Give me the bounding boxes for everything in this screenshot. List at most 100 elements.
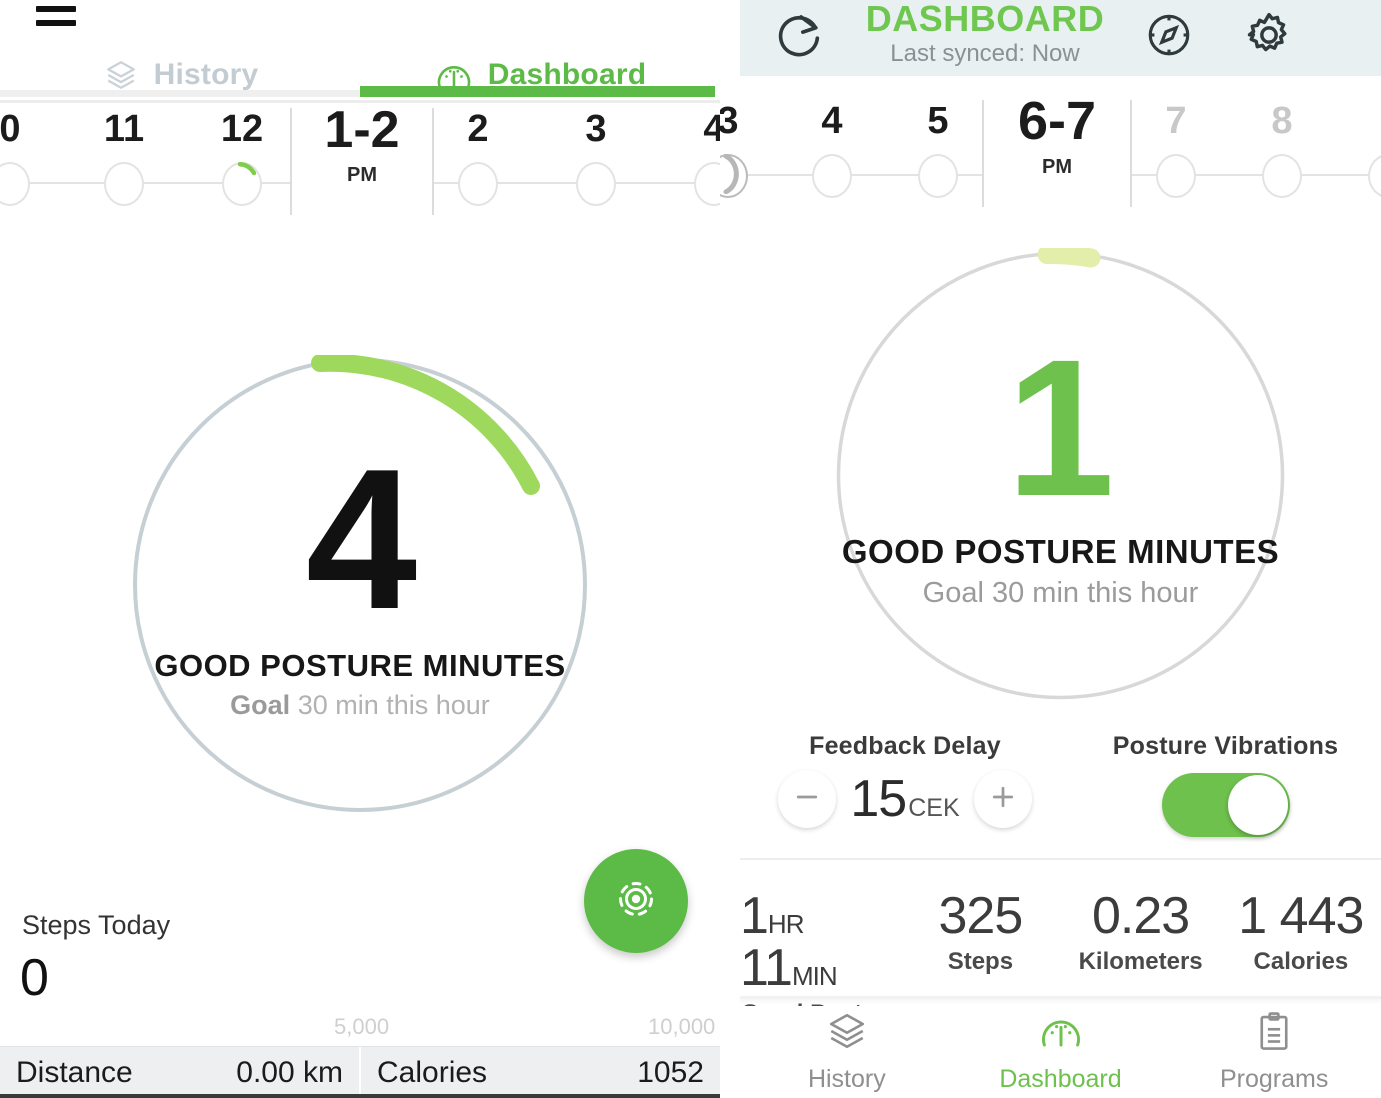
hour-label: 12 [220, 108, 264, 150]
plus-icon [988, 782, 1018, 817]
hour-progress-arc [237, 161, 256, 175]
hour-dot [720, 153, 748, 198]
right-hour-timeline[interactable]: 3 4 5 6-7 PM 7 [720, 92, 1381, 212]
stat-steps[interactable]: 325 Steps [900, 890, 1060, 990]
posture-vibrations-toggle[interactable] [1161, 773, 1290, 837]
settings-controls-row: Feedback Delay 15CEK Posture Vibrations [740, 732, 1381, 854]
hour-dot [918, 154, 958, 198]
goal-prefix: Goal [230, 689, 291, 720]
hour-label: 0 [0, 108, 21, 150]
posture-minutes-title: GOOD POSTURE MINUTES [841, 532, 1280, 570]
distance-value: 0.00 km [236, 1056, 343, 1089]
header-title-block: DASHBOARD Last synced: Now [840, 0, 1130, 68]
feedback-delay-stepper: 15CEK [778, 769, 1032, 829]
posture-progress-ring-right: 1 GOOD POSTURE MINUTES Goal 30 min this … [833, 244, 1288, 703]
decrease-delay-button[interactable] [778, 770, 837, 828]
feedback-delay-value: 15 [850, 770, 907, 828]
posture-minutes-value: 4 [305, 427, 417, 651]
hour-slot[interactable]: 3 [564, 100, 628, 215]
hamburger-bar [36, 20, 76, 26]
feedback-delay-unit: CEK [908, 794, 960, 822]
hour-slot[interactable]: 4 [682, 100, 720, 215]
layers-icon [102, 58, 140, 92]
hour-label: 11 [103, 108, 145, 150]
hour-slot[interactable]: 3 [720, 92, 760, 207]
gauge-icon [1038, 1010, 1084, 1057]
good-posture-value: 1HR 11MIN [740, 890, 900, 994]
calories-value: 1052 [637, 1056, 704, 1089]
summary-calories[interactable]: Calories 1052 [359, 1047, 720, 1098]
hours-value: 1 [740, 887, 769, 945]
hamburger-menu-icon[interactable] [36, 0, 76, 26]
last-synced-status: Last synced: Now [890, 39, 1080, 67]
hour-slot[interactable]: 4 [800, 92, 864, 207]
steps-label: Steps [947, 948, 1014, 975]
layers-icon [824, 1010, 870, 1057]
hour-label: 5 [927, 100, 949, 142]
stat-good-posture[interactable]: 1HR 11MIN Good Posture [740, 890, 900, 1027]
nav-item-history[interactable]: History [740, 1010, 954, 1094]
hour-slot[interactable]: 0 [0, 100, 42, 215]
distance-label: Distance [16, 1056, 133, 1089]
hour-label: 7 [1165, 100, 1187, 142]
calories-value: 1 443 [1238, 887, 1364, 945]
feedback-delay-control: Feedback Delay 15CEK [740, 732, 1070, 854]
daily-stats-row: 1HR 11MIN Good Posture 325 Steps 0.23 Ki… [740, 890, 1381, 1027]
hour-progress-arc [723, 153, 739, 194]
nav-item-dashboard[interactable]: Dashboard [954, 1010, 1168, 1094]
hour-slot-current[interactable]: 6-7 PM [984, 92, 1130, 207]
hour-slot[interactable]: 8 [1250, 92, 1314, 207]
refresh-button[interactable] [770, 8, 830, 68]
feedback-delay-value-wrap: 15CEK [850, 769, 959, 829]
calibrate-button[interactable] [584, 849, 688, 953]
minutes-unit: MIN [791, 961, 838, 991]
timeline-divider [432, 108, 434, 215]
current-hour-meridiem: PM [1042, 156, 1072, 178]
hour-slot[interactable]: 2 [446, 100, 510, 215]
kilometers-value: 0.23 [1092, 887, 1190, 945]
nav-dashboard-label: Dashboard [999, 1065, 1122, 1093]
hour-dot [576, 162, 616, 206]
steps-value: 325 [938, 887, 1023, 945]
bottom-navigation: History Dashboard Programs [740, 1006, 1381, 1098]
steps-today-value: 0 [20, 949, 49, 1007]
increase-delay-button[interactable] [973, 770, 1032, 828]
app-root: History Dashboard 0 11 12 1-2 PM 2 3 4 G… [0, 0, 1381, 1098]
ring-center-content: 4 GOOD POSTURE MINUTES Goal 30 min this … [130, 355, 590, 815]
posture-vibrations-control: Posture Vibrations [1070, 732, 1381, 854]
hour-slot[interactable]: 11 [92, 100, 156, 215]
left-hour-timeline[interactable]: 0 11 12 1-2 PM 2 3 [0, 100, 720, 215]
hour-dot [1368, 154, 1381, 198]
hour-dot [694, 162, 720, 206]
tab-active-indicator [360, 86, 715, 97]
posture-vibrations-label: Posture Vibrations [1112, 732, 1339, 760]
posture-goal-text: Goal 30 min this hour [922, 576, 1199, 609]
stat-kilometers[interactable]: 0.23 Kilometers [1061, 890, 1221, 990]
page-title: DASHBOARD [865, 0, 1105, 39]
right-app-header: DASHBOARD Last synced: Now [740, 0, 1381, 76]
nav-item-programs[interactable]: Programs [1167, 1010, 1381, 1094]
feedback-delay-label: Feedback Delay [809, 732, 1001, 760]
kilometers-label: Kilometers [1078, 948, 1203, 975]
left-screen: History Dashboard 0 11 12 1-2 PM 2 3 4 G… [0, 0, 720, 1098]
stat-calories[interactable]: 1 443 Calories [1221, 890, 1381, 990]
compass-button[interactable] [1140, 8, 1198, 66]
summary-distance[interactable]: Distance 0.00 km [0, 1047, 359, 1098]
hour-slot[interactable] [1356, 92, 1381, 207]
hour-slot[interactable]: 12 [210, 100, 274, 215]
minutes-value: 11 [740, 939, 793, 997]
ring-center-content: 1 GOOD POSTURE MINUTES Goal 30 min this … [833, 248, 1288, 703]
calories-label: Calories [377, 1056, 488, 1089]
hour-slot-current[interactable]: 1-2 PM [292, 100, 432, 215]
hour-slot[interactable]: 5 [906, 92, 970, 207]
hour-dot [1262, 154, 1302, 198]
hour-label: 2 [467, 108, 489, 150]
compass-icon [1144, 10, 1194, 65]
hour-dot [458, 162, 498, 206]
settings-button[interactable] [1240, 8, 1298, 66]
hour-slot[interactable]: 7 [1144, 92, 1208, 207]
current-hour-meridiem: PM [347, 164, 377, 186]
posture-progress-ring-left: 4 GOOD POSTURE MINUTES Goal 30 min this … [130, 353, 590, 815]
hour-label: 3 [720, 102, 739, 140]
current-hour-label: 6-7 [1017, 91, 1097, 151]
